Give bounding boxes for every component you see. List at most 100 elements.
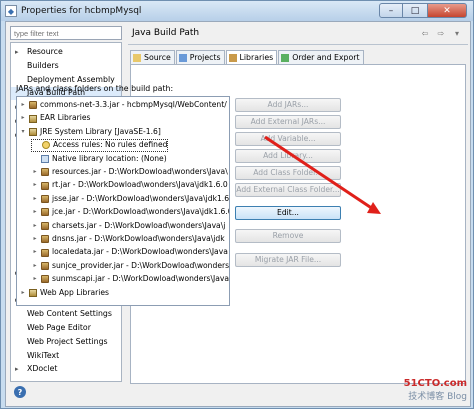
window-title: Properties for hcbmpMysql xyxy=(21,6,142,16)
tab-projects[interactable]: Projects xyxy=(175,50,225,64)
build-path-tree[interactable]: ▸ commons-net-3.3.jar - hcbmpMysql/WebCon… xyxy=(16,96,230,306)
back-arrow-icon[interactable]: ⇦ xyxy=(418,27,432,39)
minimize-button[interactable]: – xyxy=(379,3,403,18)
expand-arrow-icon[interactable]: ▸ xyxy=(31,206,39,218)
add-variable-button[interactable]: Add Variable... xyxy=(235,132,341,146)
filter-input[interactable] xyxy=(10,26,122,40)
lib-icon xyxy=(29,127,37,136)
forward-arrow-icon[interactable]: ⇨ xyxy=(434,27,448,39)
jar-icon xyxy=(29,101,37,110)
expand-arrow-icon[interactable]: ▸ xyxy=(15,46,19,59)
watermark: 51CTO.com 技术博客 Blog xyxy=(404,378,467,402)
view-menu-icon[interactable]: ▾ xyxy=(450,27,464,39)
expand-arrow-icon[interactable]: ▸ xyxy=(15,363,19,376)
add-external-class-folder-button[interactable]: Add External Class Folder... xyxy=(235,183,341,197)
tab-order-and-export[interactable]: Order and Export xyxy=(278,50,364,64)
libraries-heading: JARs and class folders on the build path… xyxy=(16,84,174,93)
nav-item[interactable]: Web Content Settings xyxy=(11,308,121,321)
tree-row-label: rt.jar - D:\WorkDowload\wonders\Java\jdk… xyxy=(52,180,228,190)
tab-icon xyxy=(178,53,187,62)
expand-arrow-icon[interactable]: ▸ xyxy=(19,112,27,124)
tree-row-label: EAR Libraries xyxy=(40,113,91,123)
remove-button[interactable]: Remove xyxy=(235,229,341,243)
expand-arrow-icon[interactable]: ▸ xyxy=(19,287,27,299)
nav-item[interactable]: ▸ Resource xyxy=(11,46,121,59)
jar-icon xyxy=(41,168,49,177)
nav-item-label: Web Project Settings xyxy=(27,336,108,346)
expand-arrow-icon[interactable]: ▸ xyxy=(31,246,39,258)
watermark-site: 51CTO.com xyxy=(403,378,467,389)
maximize-button[interactable]: □ xyxy=(403,3,427,18)
title-bar[interactable]: ◆ Properties for hcbmpMysql – □ ✕ xyxy=(1,1,473,21)
tree-row[interactable]: ▸ jsse.jar - D:\WorkDowload\wonders\Java\… xyxy=(31,193,229,205)
expand-arrow-icon[interactable]: ▸ xyxy=(31,166,39,178)
tree-row-label: Access rules: No rules defined xyxy=(53,140,168,150)
nav-item[interactable]: Web Project Settings xyxy=(11,336,121,349)
tree-row[interactable]: ▸ jce.jar - D:\WorkDowload\wonders\Java\j… xyxy=(31,206,229,218)
nat-icon xyxy=(41,154,49,163)
tab-label: Libraries xyxy=(239,53,274,62)
expand-arrow-icon[interactable]: ▸ xyxy=(31,179,39,191)
nav-item-label: Resource xyxy=(27,47,63,56)
tab-source[interactable]: Source xyxy=(130,50,175,64)
add-external-jars-button[interactable]: Add External JARs... xyxy=(235,115,341,129)
tree-row[interactable]: ▸ Web App Libraries xyxy=(19,287,109,299)
tree-row-label: Native library location: (None) xyxy=(52,153,167,163)
edit-button[interactable]: Edit... xyxy=(235,206,341,220)
jar-icon xyxy=(41,194,49,203)
nav-item-label: WikiText xyxy=(27,350,60,360)
expand-arrow-icon[interactable]: ▸ xyxy=(19,99,27,111)
page-title: Java Build Path xyxy=(132,28,200,38)
help-icon[interactable]: ? xyxy=(14,386,26,398)
dialog-client: ▸ Resource Builders Deployment Assembly Java… xyxy=(5,21,471,407)
key-icon xyxy=(42,141,50,150)
jar-icon xyxy=(41,221,49,230)
tree-row[interactable]: ▸ EAR Libraries xyxy=(19,112,90,124)
close-button[interactable]: ✕ xyxy=(427,3,467,18)
tree-row[interactable]: ▾ JRE System Library [JavaSE-1.6] xyxy=(19,126,161,138)
tree-row-label: Web App Libraries xyxy=(40,287,110,297)
add-jars-button[interactable]: Add JARs... xyxy=(235,98,341,112)
tree-row[interactable]: ▸ sunmscapi.jar - D:\WorkDowload\wonders\… xyxy=(31,273,229,285)
tree-row[interactable]: ▸ resources.jar - D:\WorkDowload\wonders\… xyxy=(31,166,228,178)
nav-item[interactable]: Web Page Editor xyxy=(11,322,121,335)
tree-row[interactable]: ▸ charsets.jar - D:\WorkDowload\wonders\J… xyxy=(31,220,225,232)
expand-arrow-icon[interactable]: ▸ xyxy=(31,193,39,205)
tree-row[interactable]: ▸ sunjce_provider.jar - D:\WorkDowload\wo… xyxy=(31,260,229,272)
jar-icon xyxy=(41,275,49,284)
tab-icon xyxy=(281,53,290,62)
tree-row[interactable]: ▸ commons-net-3.3.jar - hcbmpMysql/WebCon… xyxy=(19,99,227,111)
expand-arrow-icon[interactable]: ▸ xyxy=(31,233,39,245)
tab-libraries[interactable]: Libraries xyxy=(225,50,278,65)
tree-row-label: localedata.jar - D:\WorkDowload\wonders\… xyxy=(52,247,228,257)
page-navigation: ⇦ ⇨ ▾ xyxy=(418,27,464,39)
nav-item-label: Web Page Editor xyxy=(27,323,91,332)
tree-row[interactable]: Native library location: (None) xyxy=(31,153,167,165)
app-icon: ◆ xyxy=(5,5,17,17)
expand-arrow-icon[interactable]: ▸ xyxy=(31,220,39,232)
tree-row-label: commons-net-3.3.jar - hcbmpMysql/WebCont… xyxy=(40,100,227,109)
tree-row[interactable]: Access rules: No rules defined xyxy=(31,139,169,152)
tab-icon xyxy=(228,54,237,62)
expand-arrow-icon[interactable]: ▸ xyxy=(31,273,39,285)
tree-row[interactable]: ▸ rt.jar - D:\WorkDowload\wonders\Java\jd… xyxy=(31,179,228,191)
tree-row-label: JRE System Library [JavaSE-1.6] xyxy=(40,126,161,136)
migrate-jar-file-button[interactable]: Migrate JAR File... xyxy=(235,253,341,267)
nav-item[interactable]: ▸ XDoclet xyxy=(11,363,121,376)
nav-item[interactable]: WikiText xyxy=(11,350,121,363)
add-class-folder-button[interactable]: Add Class Folder... xyxy=(235,166,341,180)
tab-label: Order and Export xyxy=(292,52,360,62)
title-separator xyxy=(128,44,468,45)
nav-item-label: XDoclet xyxy=(27,364,58,374)
properties-window: ◆ Properties for hcbmpMysql – □ ✕ ▸ Resou… xyxy=(0,0,474,409)
nav-item-label: Builders xyxy=(27,60,59,70)
nav-item[interactable]: Builders xyxy=(11,60,121,73)
tree-row-label: resources.jar - D:\WorkDowload\wonders\J… xyxy=(52,167,228,176)
tree-row[interactable]: ▸ localedata.jar - D:\WorkDowload\wonders… xyxy=(31,246,228,258)
add-library-button[interactable]: Add Library... xyxy=(235,149,341,163)
jar-icon xyxy=(41,181,49,190)
jar-icon xyxy=(41,248,49,257)
tree-row[interactable]: ▸ dnsns.jar - D:\WorkDowload\wonders\Java… xyxy=(31,233,225,245)
expand-arrow-icon[interactable]: ▸ xyxy=(31,260,39,272)
expand-arrow-icon[interactable]: ▾ xyxy=(19,126,27,138)
